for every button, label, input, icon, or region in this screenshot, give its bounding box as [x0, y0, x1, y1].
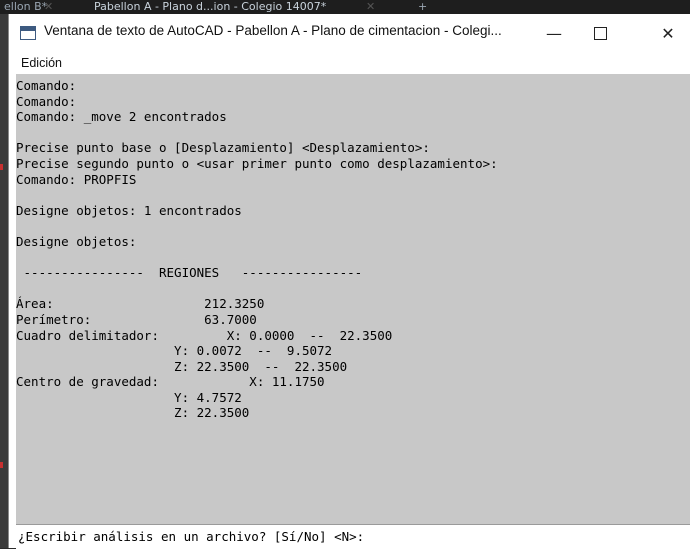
console-line: Cuadro delimitador: X: 0.0000 -- 22.3500	[16, 327, 393, 343]
close-button[interactable]: ✕	[645, 14, 690, 52]
title-bar[interactable]: Ventana de texto de AutoCAD - Pabellon A…	[9, 14, 690, 52]
command-history-lines: Comando: Comando: Comando: _move 2 encontr…	[16, 78, 498, 421]
console-line: Comando: _move 2 encontrados	[16, 109, 227, 125]
background-marker	[0, 164, 3, 170]
background-tab-active-close-icon[interactable]: ✕	[366, 0, 375, 14]
console-line: Comando:	[16, 78, 77, 93]
maximize-icon	[593, 26, 607, 40]
maximize-button[interactable]	[577, 14, 623, 52]
text-window: Ventana de texto de AutoCAD - Pabellon A…	[8, 14, 690, 549]
menu-item-edicion[interactable]: Edición	[21, 56, 62, 70]
console-line: Z: 22.3500 -- 22.3500	[16, 358, 348, 374]
console-line: Comando:	[16, 93, 77, 109]
menu-bar: Edición	[9, 52, 690, 74]
console-line: Z: 22.3500	[16, 405, 250, 421]
console-line: Comando: PROPFIS	[16, 171, 137, 187]
console-line: Designe objetos: 1 encontrados	[16, 202, 242, 218]
console-line: Designe objetos:	[16, 233, 137, 249]
window-app-icon	[20, 26, 36, 40]
background-marker	[0, 462, 3, 468]
console-line: ---------------- REGIONES --------------…	[16, 265, 363, 281]
console-line: Centro de gravedad: X: 11.1750	[16, 374, 325, 390]
console-line: Perímetro: 63.7000	[16, 311, 257, 327]
background-tab-left[interactable]: ellon B*	[4, 0, 47, 14]
console-line: Y: 0.0072 -- 9.5072	[16, 343, 333, 359]
console-line: Precise punto base o [Desplazamiento] <D…	[16, 140, 430, 156]
minimize-button[interactable]: —	[531, 14, 577, 52]
new-tab-button[interactable]: +	[418, 0, 427, 14]
console-line: Y: 4.7572	[16, 389, 242, 405]
console-line: Área: 212.3250	[16, 296, 265, 312]
command-history[interactable]: Comando: Comando: Comando: _move 2 encontr…	[16, 74, 690, 524]
command-prompt[interactable]: ¿Escribir análisis en un archivo? [Sí/No…	[16, 524, 690, 549]
background-drawing-area	[0, 14, 8, 548]
background-autocad-tabs: ellon B* ✕ Pabellon A - Plano d...ion - …	[0, 0, 690, 14]
background-tab-close-icon[interactable]: ✕	[44, 0, 53, 14]
command-prompt-text: ¿Escribir análisis en un archivo? [Sí/No…	[18, 529, 365, 544]
background-tab-active[interactable]: Pabellon A - Plano d...ion - Colegio 140…	[94, 0, 326, 14]
window-title: Ventana de texto de AutoCAD - Pabellon A…	[44, 23, 502, 38]
console-line: Precise segundo punto o <usar primer pun…	[16, 155, 498, 171]
